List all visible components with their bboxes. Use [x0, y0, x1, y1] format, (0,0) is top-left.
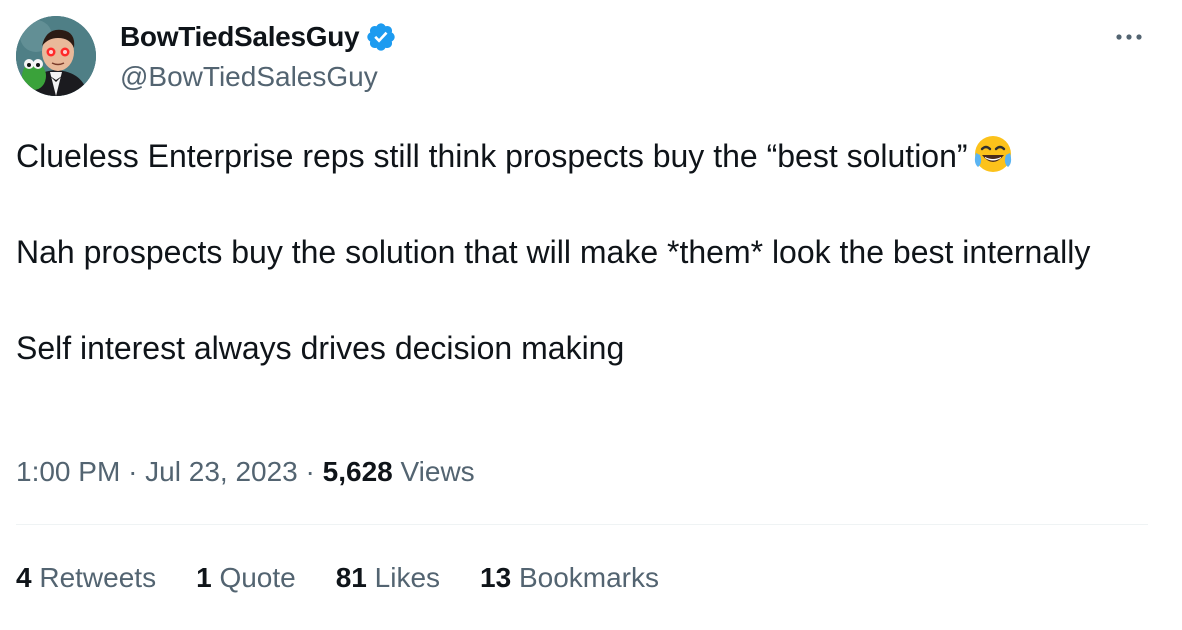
bookmarks-stat[interactable]: 13 Bookmarks — [480, 558, 659, 598]
more-dots-icon[interactable] — [1114, 22, 1144, 52]
tweet-time[interactable]: 1:00 PM — [16, 456, 120, 487]
tweet-paragraph-text: Clueless Enterprise reps still think pro… — [16, 138, 968, 174]
engagement-stats: 4 Retweets 1 Quote 81 Likes 13 Bookmarks — [16, 558, 699, 598]
likes-stat[interactable]: 81 Likes — [336, 558, 440, 598]
verified-badge-icon — [365, 21, 397, 53]
display-name[interactable]: BowTiedSalesGuy — [120, 18, 360, 56]
quotes-label: Quote — [219, 562, 296, 593]
views-count: 5,628 — [322, 456, 393, 487]
tweet-card: BowTiedSalesGuy @BowTiedSalesGuy Clueles… — [0, 0, 1182, 630]
views-label: Views — [400, 456, 475, 487]
likes-label: Likes — [374, 562, 441, 593]
tweet-paragraph: Clueless Enterprise reps still think pro… — [16, 132, 1156, 180]
bookmarks-count: 13 — [480, 562, 512, 593]
tweet-text: Clueless Enterprise reps still think pro… — [16, 132, 1156, 372]
divider — [16, 524, 1148, 525]
meta-separator: · — [305, 456, 315, 487]
retweets-label: Retweets — [39, 562, 157, 593]
author-block: BowTiedSalesGuy @BowTiedSalesGuy — [120, 18, 397, 96]
meta-separator: · — [128, 456, 138, 487]
retweets-stat[interactable]: 4 Retweets — [16, 558, 156, 598]
bookmarks-label: Bookmarks — [518, 562, 660, 593]
retweets-count: 4 — [16, 562, 32, 593]
tweet-date[interactable]: Jul 23, 2023 — [145, 456, 298, 487]
tweet-paragraph: Nah prospects buy the solution that will… — [16, 234, 1091, 270]
tweet-paragraph: Self interest always drives decision mak… — [16, 330, 625, 366]
likes-count: 81 — [335, 562, 367, 593]
user-handle[interactable]: @BowTiedSalesGuy — [120, 58, 397, 96]
tweet-meta: 1:00 PM · Jul 23, 2023 · 5,628 Views — [16, 452, 475, 492]
quotes-count: 1 — [196, 562, 212, 593]
avatar[interactable] — [16, 16, 96, 96]
face-with-tears-of-joy-icon — [972, 133, 1014, 175]
quotes-stat[interactable]: 1 Quote — [196, 558, 296, 598]
display-name-row: BowTiedSalesGuy — [120, 18, 397, 56]
